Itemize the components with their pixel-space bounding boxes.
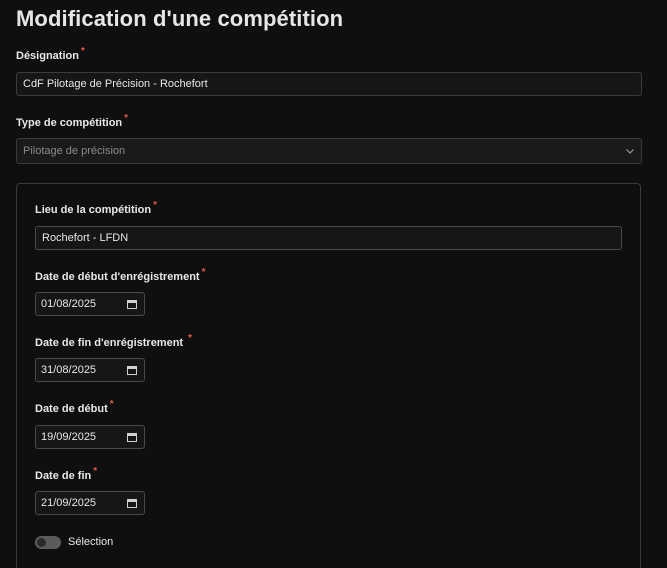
chevron-down-icon (626, 149, 634, 154)
page-title: Modification d'une compétition (16, 6, 344, 31)
registration-end-label: Date de fin d'enrégistrement * (35, 334, 192, 349)
registration-start-label-text: Date de début d'enrégistrement (35, 271, 200, 283)
required-mark: * (153, 200, 158, 212)
registration-start-date-value: 01/08/2025 (41, 298, 97, 310)
required-mark: * (80, 46, 85, 58)
type-select[interactable]: Pilotage de précision (16, 138, 642, 164)
start-date-input[interactable]: 19/09/2025 (35, 425, 145, 449)
required-mark: * (109, 399, 114, 411)
designation-label-text: Désignation (16, 50, 79, 62)
calendar-icon[interactable] (127, 432, 137, 442)
registration-end-date-value: 31/08/2025 (41, 364, 97, 376)
start-date-label: Date de début * (35, 400, 114, 415)
end-date-input[interactable]: 21/09/2025 (35, 491, 145, 515)
type-select-value: Pilotage de précision (23, 145, 126, 157)
required-mark: * (124, 113, 129, 125)
registration-end-label-text: Date de fin d'enrégistrement (35, 337, 187, 349)
end-date-label: Date de fin * (35, 467, 97, 482)
required-mark: * (201, 267, 206, 279)
selection-toggle[interactable] (35, 536, 61, 549)
calendar-icon[interactable] (127, 498, 137, 508)
competition-edit-page: Modification d'une compétition Désignati… (0, 0, 667, 568)
required-mark: * (188, 333, 193, 345)
lieu-label: Lieu de la compétition * (35, 201, 157, 216)
registration-end-date-input[interactable]: 31/08/2025 (35, 358, 145, 382)
designation-input[interactable] (16, 72, 642, 96)
registration-start-date-input[interactable]: 01/08/2025 (35, 292, 145, 316)
designation-label: Désignation * (16, 47, 85, 62)
lieu-input[interactable] (35, 226, 622, 250)
toggle-knob (37, 538, 46, 547)
start-date-value: 19/09/2025 (41, 431, 97, 443)
calendar-icon[interactable] (127, 299, 137, 309)
lieu-label-text: Lieu de la compétition (35, 204, 152, 216)
calendar-icon[interactable] (127, 365, 137, 375)
registration-start-label: Date de début d'enrégistrement * (35, 268, 206, 283)
type-label: Type de compétition * (16, 114, 128, 129)
end-date-label-text: Date de fin (35, 470, 92, 482)
type-label-text: Type de compétition (16, 117, 123, 129)
start-date-label-text: Date de début (35, 403, 108, 415)
end-date-value: 21/09/2025 (41, 497, 97, 509)
required-mark: * (93, 466, 98, 478)
selection-label: Sélection (68, 536, 114, 548)
